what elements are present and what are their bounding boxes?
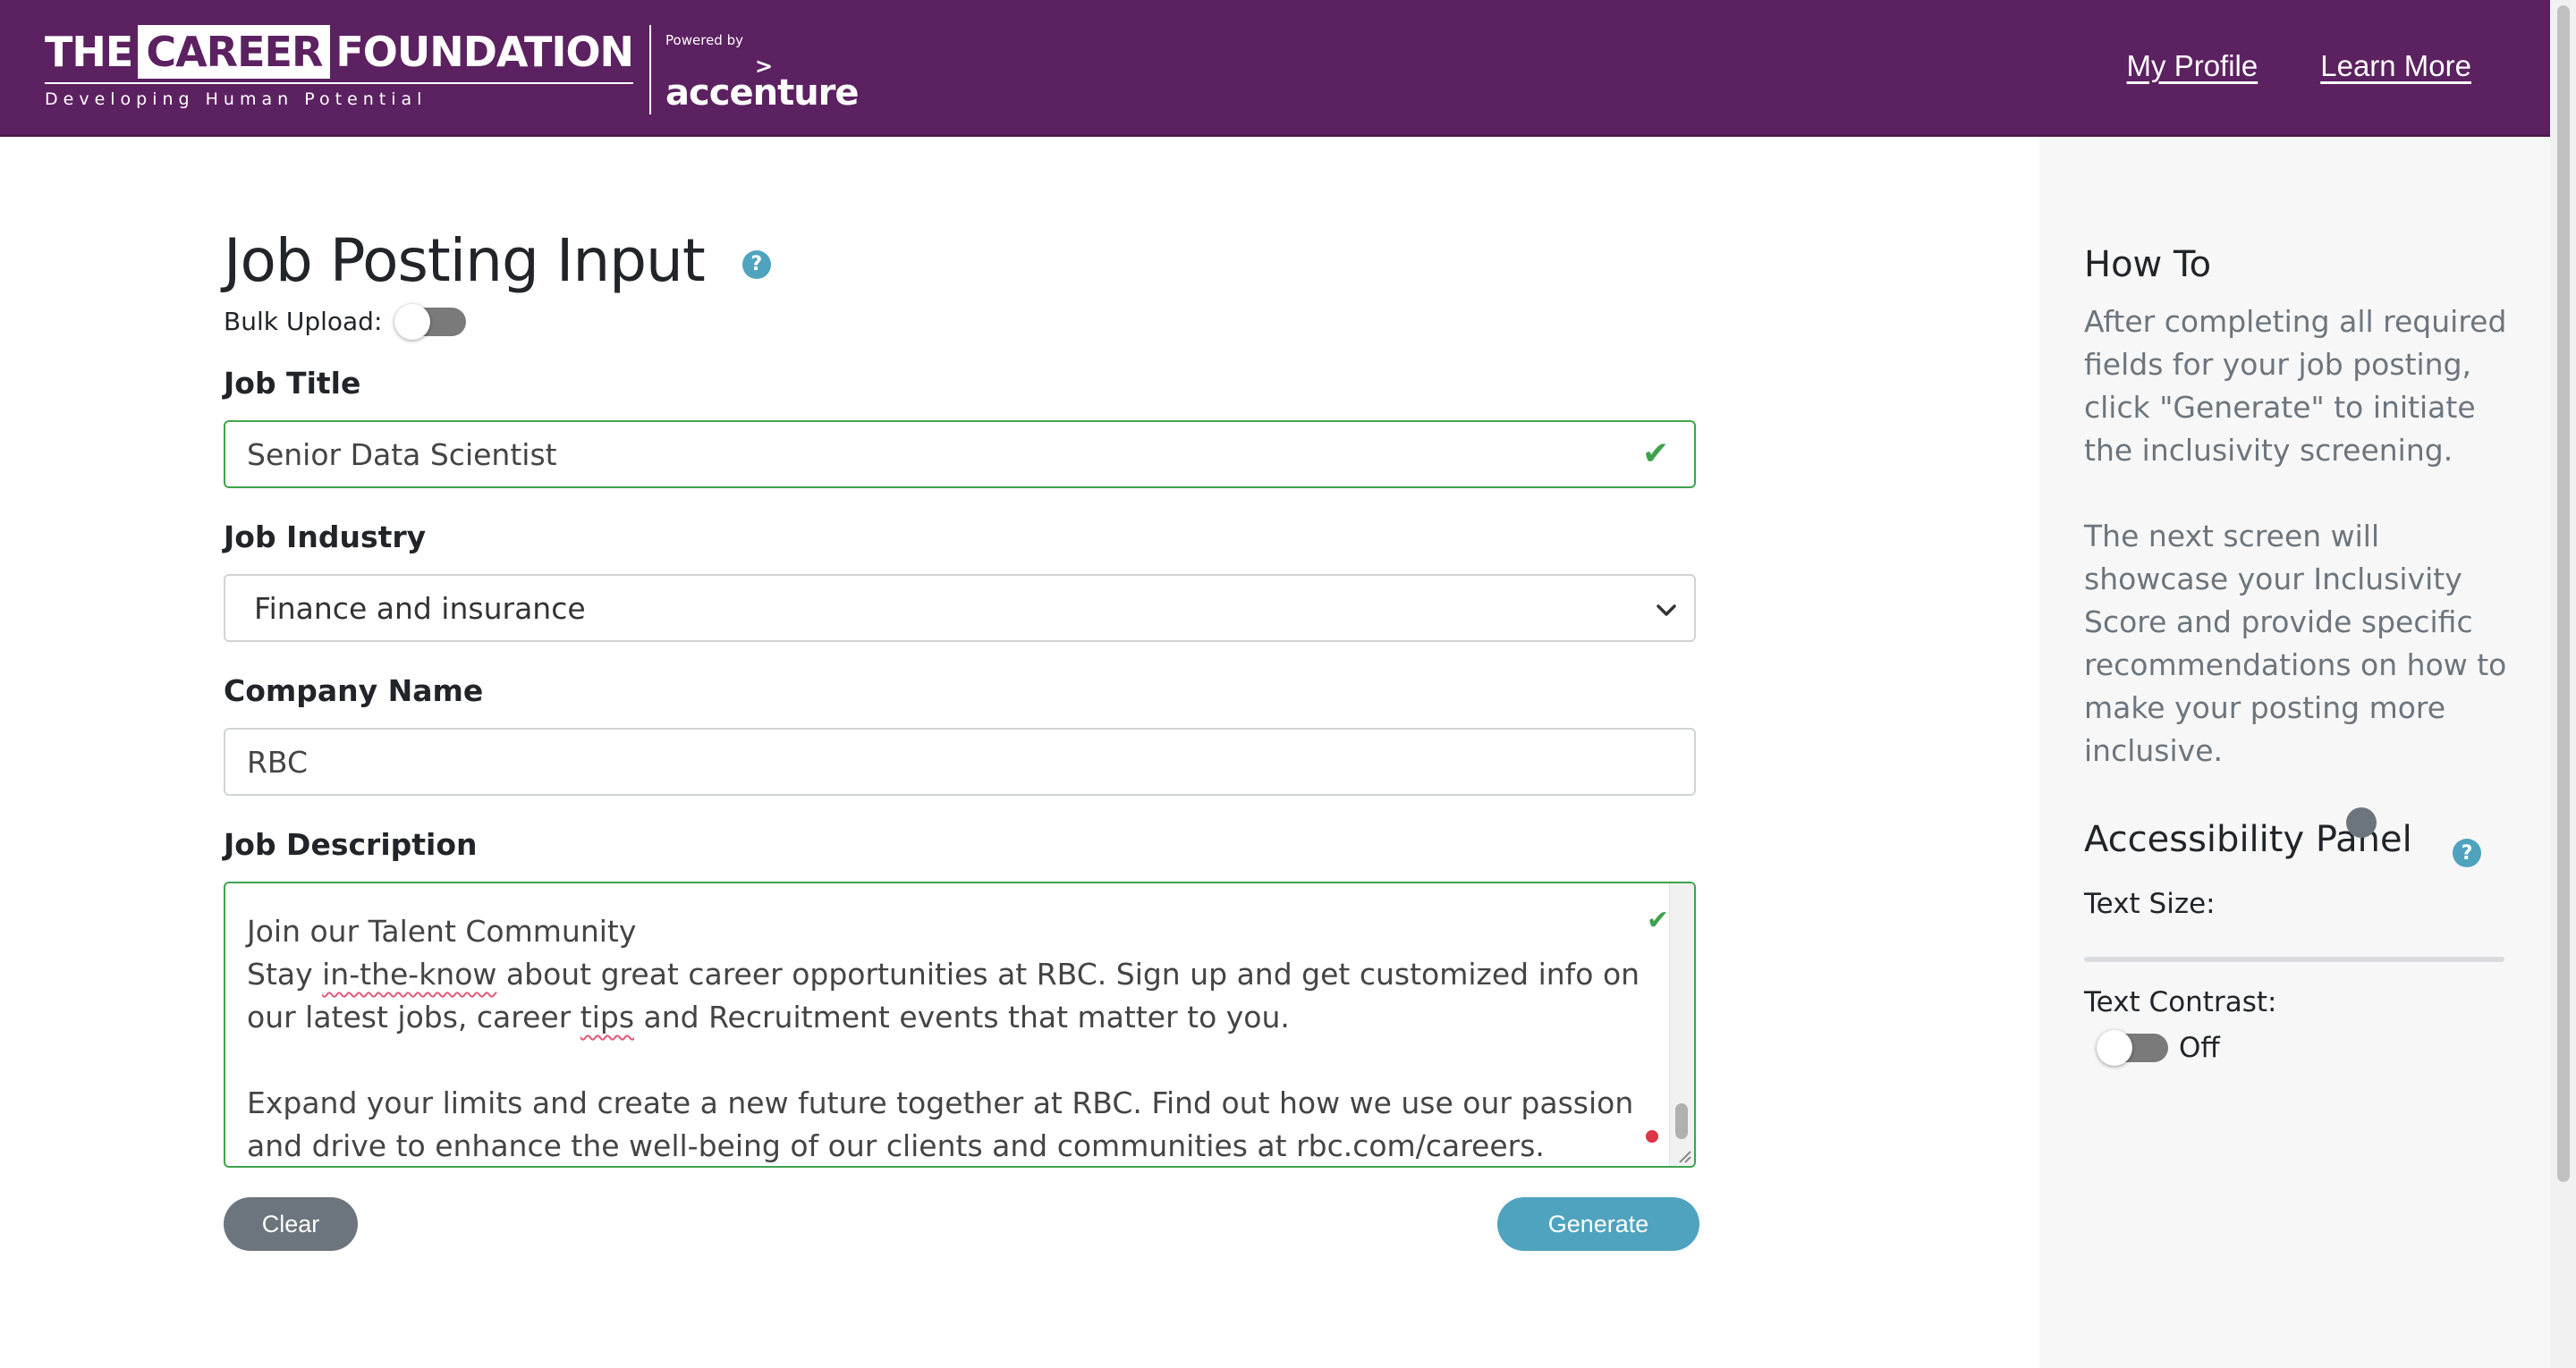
bulk-upload-row: Bulk Upload: (224, 303, 467, 340)
logo-mark: THE CAREER FOUNDATION Developing Human P… (45, 25, 634, 109)
valid-check-icon: ✔ (1646, 905, 1669, 936)
logo-wordmark: THE CAREER FOUNDATION (45, 25, 634, 79)
how-to-paragraph-1: After completing all required fields for… (2084, 304, 2507, 468)
accenture-logo: Powered by > accenture (665, 25, 859, 114)
grammarly-dot-icon[interactable] (1646, 1130, 1658, 1143)
generate-button[interactable]: Generate (1497, 1197, 1699, 1251)
job-description-label: Job Description (224, 827, 478, 862)
job-industry-label: Job Industry (224, 519, 427, 554)
powered-by-label: Powered by (665, 32, 743, 48)
accenture-wordmark: accenture (665, 72, 859, 114)
logo-word-career: CAREER (138, 25, 331, 79)
textarea-scroll-thumb[interactable] (1675, 1103, 1688, 1139)
spellcheck-word[interactable]: in-the-know (322, 957, 496, 992)
resize-grip-icon[interactable] (1674, 1146, 1692, 1164)
clear-button[interactable]: Clear (224, 1197, 358, 1251)
logo-word-foundation: FOUNDATION (335, 28, 634, 76)
company-name-label: Company Name (224, 673, 484, 708)
bulk-upload-label: Bulk Upload: (224, 307, 383, 336)
company-name-value: RBC (247, 744, 309, 780)
text-contrast-toggle[interactable] (2097, 1030, 2168, 1066)
bulk-upload-toggle[interactable] (394, 303, 467, 340)
job-title-input[interactable]: Senior Data Scientist ✔ (224, 420, 1696, 488)
job-industry-value: Finance and insurance (254, 590, 586, 626)
logo-tagline: Developing Human Potential (45, 82, 634, 109)
page-title: Job Posting Input (224, 226, 706, 295)
job-description-text: Join our Talent Community Stay in-the-kn… (247, 910, 1643, 1166)
how-to-paragraph-2: The next screen will showcase your Inclu… (2084, 519, 2507, 768)
side-panel: How To After completing all required fie… (2039, 137, 2550, 1368)
text-contrast-state: Off (2179, 1032, 2220, 1064)
title-row: Job Posting Input ? (224, 226, 771, 295)
text-contrast-label: Text Contrast: (2084, 986, 2277, 1018)
toggle-knob (2097, 1030, 2132, 1066)
learn-more-link[interactable]: Learn More (2320, 49, 2471, 83)
toggle-knob (394, 303, 431, 340)
help-icon[interactable]: ? (2453, 839, 2481, 867)
valid-check-icon: ✔ (1642, 435, 1670, 472)
page-scroll-thumb[interactable] (2557, 5, 2570, 1182)
job-industry-select[interactable]: Finance and insurance (224, 574, 1696, 642)
chevron-down-icon (1657, 597, 1676, 622)
job-title-value: Senior Data Scientist (247, 436, 557, 472)
text-size-slider[interactable] (2084, 957, 2504, 962)
text-size-label: Text Size: (2084, 888, 2216, 920)
job-title-label: Job Title (224, 366, 361, 401)
text-contrast-row: Off (2097, 1030, 2220, 1066)
top-nav: My Profile Learn More (2127, 49, 2471, 83)
description-line-1: Join our Talent Community (247, 914, 637, 949)
description-line-3: Expand your limits and create a new futu… (247, 1085, 1643, 1163)
spellcheck-word[interactable]: tips (580, 1000, 634, 1034)
career-foundation-logo[interactable]: THE CAREER FOUNDATION Developing Human P… (45, 25, 860, 116)
text-size-slider-thumb[interactable] (2346, 807, 2377, 838)
logo-word-the: THE (45, 28, 133, 76)
company-name-input[interactable]: RBC (224, 728, 1696, 796)
site-header: THE CAREER FOUNDATION Developing Human P… (0, 0, 2550, 137)
how-to-heading: How To (2084, 244, 2212, 285)
job-description-textarea[interactable]: Join our Talent Community Stay in-the-kn… (224, 882, 1696, 1168)
description-line-2c: and Recruitment events that matter to yo… (634, 1000, 1290, 1034)
my-profile-link[interactable]: My Profile (2127, 49, 2258, 83)
logo-divider (649, 25, 652, 114)
description-line-2a: Stay (247, 957, 323, 992)
help-icon[interactable]: ? (741, 249, 771, 279)
